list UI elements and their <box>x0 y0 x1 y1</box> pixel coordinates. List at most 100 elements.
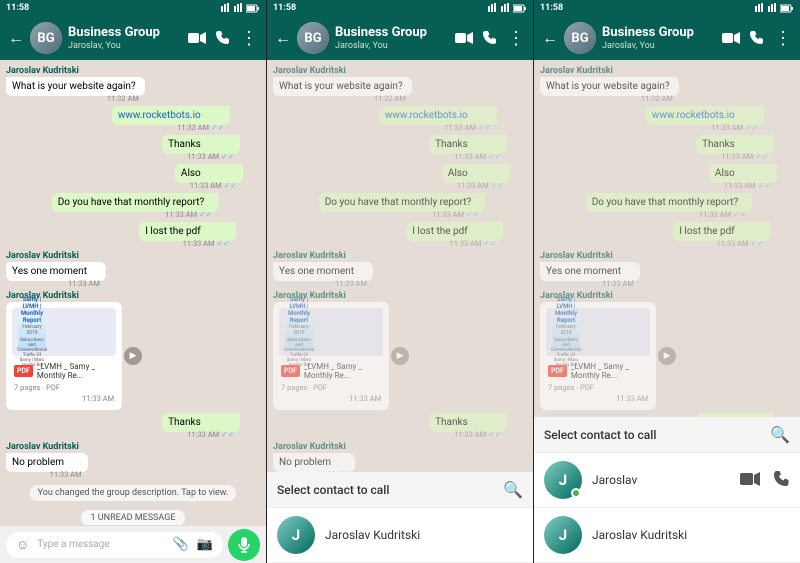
message-row: Do you have that monthly report?11:33 AM… <box>6 193 260 219</box>
mic-button[interactable] <box>228 529 260 561</box>
avatar-image: BG <box>564 22 596 54</box>
contact-item[interactable]: J Jaroslav Kudritski <box>267 508 533 563</box>
message-row: Thanks11:33 AM ✓✓ <box>540 135 794 161</box>
phone-call-icon[interactable] <box>750 29 764 48</box>
sender-name: Jaroslav Kudritski <box>6 66 180 76</box>
document-bubble[interactable]: Samy | LVMH | Monthly Report February 20… <box>6 302 122 410</box>
message-time: 11:32 AM <box>374 94 406 103</box>
forward-button[interactable]: ▶ <box>124 347 142 365</box>
back-button[interactable]: ← <box>8 28 24 48</box>
camera-icon[interactable]: 📷 <box>197 537 213 552</box>
video-call-icon[interactable] <box>722 29 740 48</box>
video-call-icon[interactable] <box>188 29 206 48</box>
message-ticks: ✓✓ <box>211 123 224 132</box>
message-time: 11:33 AM ✓✓ <box>724 181 771 190</box>
attachment-icon[interactable]: 📎 <box>173 537 189 552</box>
message-time: 11:32 AM <box>107 94 139 103</box>
back-button[interactable]: ← <box>542 28 558 48</box>
message-bubble: No problem11:33 AM <box>6 453 88 472</box>
message-ticks: ✓✓ <box>483 239 496 248</box>
search-icon[interactable]: 🔍 <box>770 425 790 444</box>
message-row: Jaroslav KudritskiWhat is your website a… <box>273 66 527 103</box>
status-icons <box>754 3 794 13</box>
group-members: Jaroslav, You <box>68 41 182 51</box>
sender-name: Jaroslav Kudritski <box>6 251 131 261</box>
message-bubble: www.rocketbots.io11:33 AM ✓✓ <box>112 106 231 125</box>
group-avatar: BG <box>297 22 329 54</box>
status-bar: 11:58 <box>534 0 800 16</box>
message-ticks: ✓✓ <box>733 210 746 219</box>
message-row: Also11:33 AM ✓✓ <box>540 164 794 190</box>
message-time: 11:33 AM ✓✓ <box>457 181 504 190</box>
header-icons: ⋮ <box>455 28 525 49</box>
doc-preview: Samy | LVMH | Monthly Report February 20… <box>279 308 383 356</box>
group-name: Business Group <box>602 25 716 41</box>
call-title: Select contact to call <box>277 483 389 497</box>
group-members: Jaroslav, You <box>335 41 449 51</box>
doc-preview: Samy | LVMH | Monthly Report February 20… <box>12 308 116 356</box>
message-link[interactable]: www.rocketbots.io <box>385 110 468 121</box>
message-time: 11:33 AM ✓✓ <box>711 123 758 132</box>
system-message[interactable]: You changed the group description. Tap t… <box>30 485 237 501</box>
message-row: Also11:33 AM ✓✓ <box>273 164 527 190</box>
message-input-box[interactable]: ☺ Type a message 📎 📷 <box>6 532 223 558</box>
message-time: 11:33 AM ✓✓ <box>187 430 234 439</box>
message-time: 11:33 AM ✓✓ <box>183 239 230 248</box>
avatar-image: BG <box>297 22 329 54</box>
sender-name: Jaroslav Kudritski <box>273 442 375 452</box>
document-bubble[interactable]: Samy | LVMH | Monthly Report February 20… <box>273 302 389 410</box>
message-link[interactable]: www.rocketbots.io <box>652 110 735 121</box>
message-row: www.rocketbots.io11:33 AM ✓✓ <box>6 106 260 132</box>
message-ticks: ✓✓ <box>755 152 768 161</box>
message-bubble: Also11:33 AM ✓✓ <box>442 164 510 183</box>
call-overlay-header: Select contact to call 🔍 <box>267 472 533 508</box>
sim-icon <box>487 3 497 13</box>
document-bubble[interactable]: Samy | LVMH | Monthly Report February 20… <box>540 302 656 410</box>
contact-item[interactable]: J Jaroslav <box>534 453 800 508</box>
forward-button[interactable]: ▶ <box>391 347 409 365</box>
message-row: Do you have that monthly report?11:33 AM… <box>540 193 794 219</box>
phone-call-icon[interactable] <box>216 29 230 48</box>
message-time: 11:33 AM ✓✓ <box>454 152 501 161</box>
doc-thumbnail: Samy | LVMH | Monthly Report February 20… <box>18 314 46 350</box>
message-ticks: ✓✓ <box>224 181 237 190</box>
message-bubble: Do you have that monthly report?11:33 AM… <box>319 193 486 212</box>
more-options-icon[interactable]: ⋮ <box>507 28 525 49</box>
contact-name: Jaroslav Kudritski <box>592 528 790 542</box>
message-bubble: Thanks11:33 AM ✓✓ <box>696 135 774 154</box>
group-members: Jaroslav, You <box>602 41 716 51</box>
signal-icon <box>500 3 510 13</box>
doc-thumbnail: Samy | LVMH | Monthly Report February 20… <box>552 314 580 350</box>
call-overlay: Select contact to call 🔍 J Jaroslav J Ja… <box>534 417 800 563</box>
contact-avatar-image: J <box>277 516 315 554</box>
message-time: 11:33 AM <box>602 279 634 288</box>
battery-icon <box>780 4 794 13</box>
sender-name: Jaroslav Kudritski <box>540 66 714 76</box>
message-row: Thanks11:33 AM ✓✓ <box>6 135 260 161</box>
message-bubble: What is your website again?11:32 AM <box>6 77 145 96</box>
contact-item[interactable]: J Jaroslav Kudritski <box>534 508 800 563</box>
chat-header: ← BG Business Group Jaroslav, You ⋮ <box>0 16 266 60</box>
message-time: 11:33 AM ✓✓ <box>721 152 768 161</box>
header-info: Business Group Jaroslav, You <box>68 25 182 51</box>
video-call-button[interactable] <box>740 470 760 491</box>
doc-meta: 7 pages · PDF <box>279 382 383 393</box>
more-options-icon[interactable]: ⋮ <box>240 28 258 49</box>
contact-avatar: J <box>544 461 582 499</box>
more-options-icon[interactable]: ⋮ <box>774 28 792 49</box>
message-link[interactable]: www.rocketbots.io <box>118 110 201 121</box>
message-row: www.rocketbots.io11:33 AM ✓✓ <box>273 106 527 132</box>
doc-thumbnail: Samy | LVMH | Monthly Report February 20… <box>285 314 313 350</box>
message-row: Thanks11:33 AM ✓✓ <box>273 413 527 439</box>
message-ticks: ✓✓ <box>491 181 504 190</box>
message-time: 11:33 AM ✓✓ <box>454 430 501 439</box>
video-call-icon[interactable] <box>455 29 473 48</box>
back-button[interactable]: ← <box>275 28 291 48</box>
emoji-icon[interactable]: ☺ <box>16 537 29 553</box>
doc-filename: _LVMH _ Samy _ Monthly Re... <box>304 362 381 380</box>
search-icon[interactable]: 🔍 <box>503 480 523 499</box>
forward-button[interactable]: ▶ <box>658 347 676 365</box>
doc-meta: 7 pages · PDF <box>12 382 116 393</box>
phone-call-icon[interactable] <box>483 29 497 48</box>
audio-call-button[interactable] <box>774 470 790 491</box>
